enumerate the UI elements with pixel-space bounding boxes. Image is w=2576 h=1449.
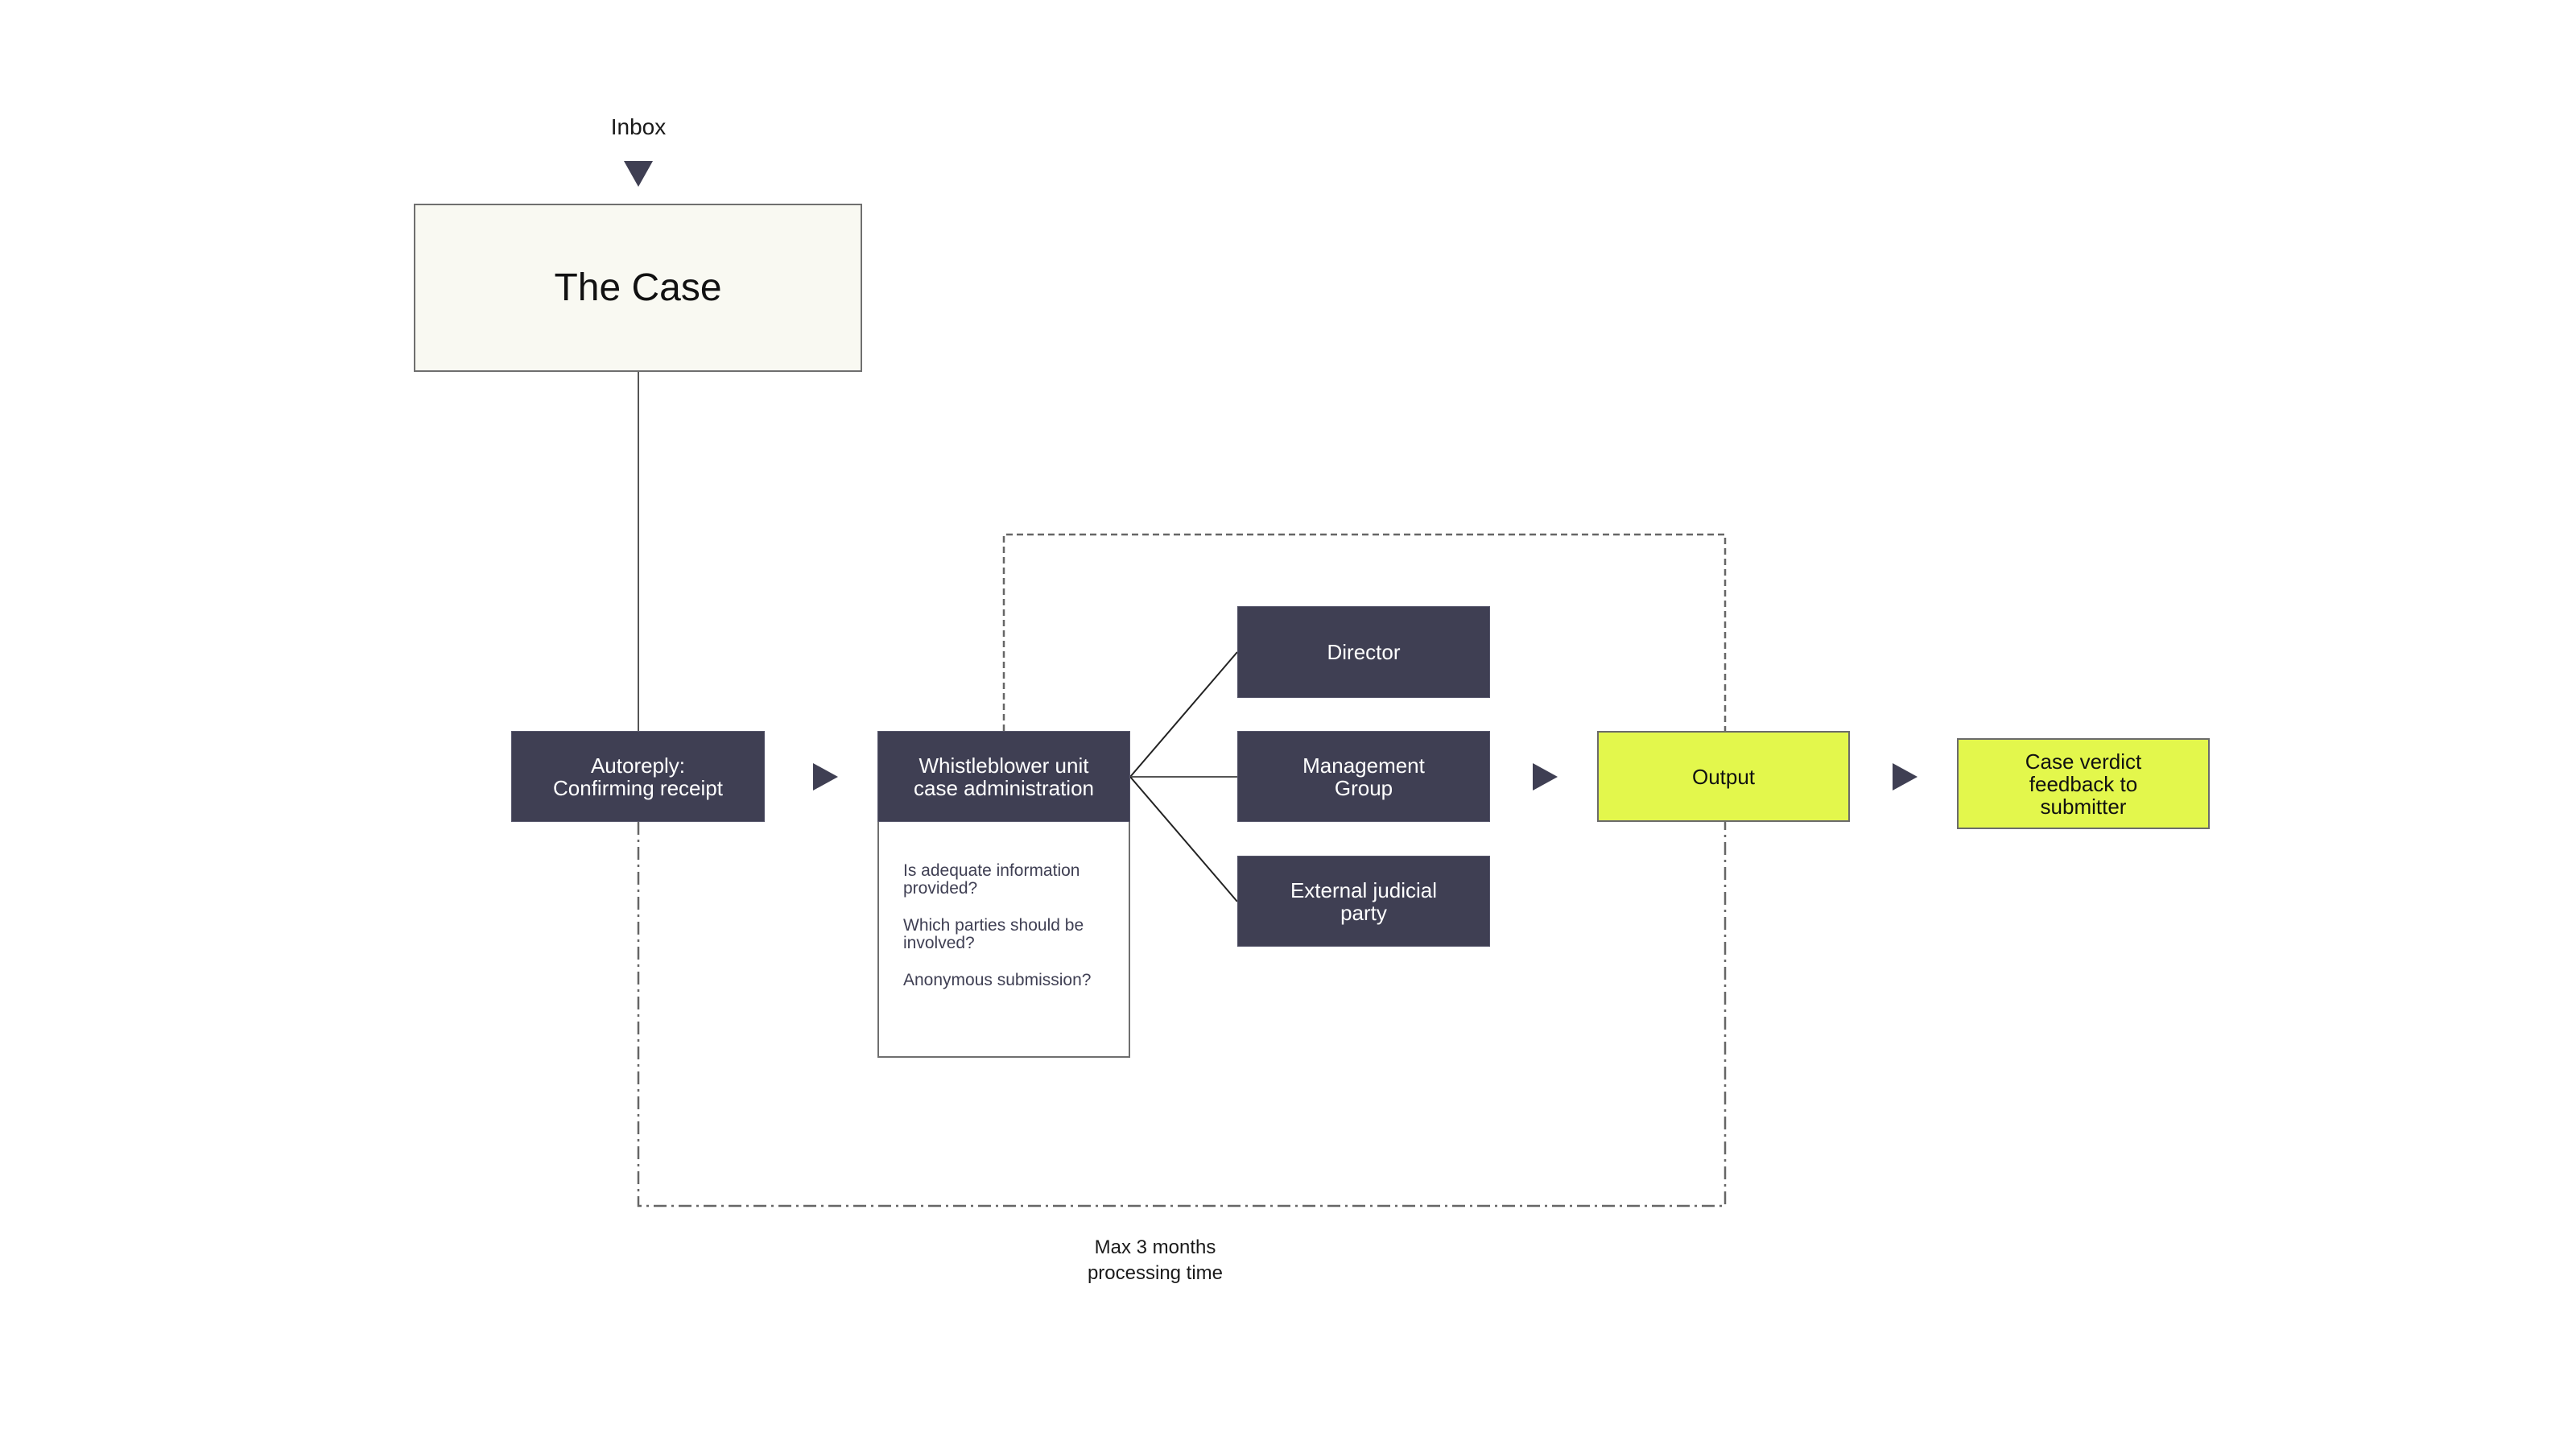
fan-line-director	[1129, 651, 1238, 778]
whistleblower-box: Whistleblower unit case administration	[877, 731, 1130, 822]
arrow-down-icon	[624, 161, 653, 187]
autoreply-box: Autoreply: Confirming receipt	[511, 731, 765, 822]
arrow-right-icon	[1533, 763, 1558, 791]
processing-note-line1: Max 3 months	[1094, 1236, 1216, 1258]
party-management-box: Management Group	[1237, 731, 1490, 822]
output-box: Output	[1597, 731, 1850, 822]
arrow-right-icon	[813, 763, 838, 791]
connector-lines	[637, 372, 1727, 1208]
party-director-box: Director	[1237, 606, 1490, 698]
arrow-right-icon	[1893, 763, 1918, 791]
case-box: The Case	[414, 204, 862, 372]
question-item: Anonymous submission?	[903, 971, 1092, 989]
question-item: Is adequate information provided?	[903, 861, 1080, 898]
party-external-box: External judicial party	[1237, 856, 1490, 947]
verdict-box: Case verdict feedback to submitter	[1957, 738, 2210, 829]
questions-panel: Is adequate information provided? Which …	[877, 822, 1130, 1058]
processing-note-line2: processing time	[1087, 1262, 1224, 1284]
inbox-label: Inbox	[610, 114, 667, 139]
processing-note: Max 3 months processing time	[1034, 1235, 1276, 1286]
fan-line-external	[1129, 776, 1238, 902]
question-item: Which parties should be involved?	[903, 916, 1084, 952]
processing-boundary-bottom	[637, 822, 1727, 1208]
